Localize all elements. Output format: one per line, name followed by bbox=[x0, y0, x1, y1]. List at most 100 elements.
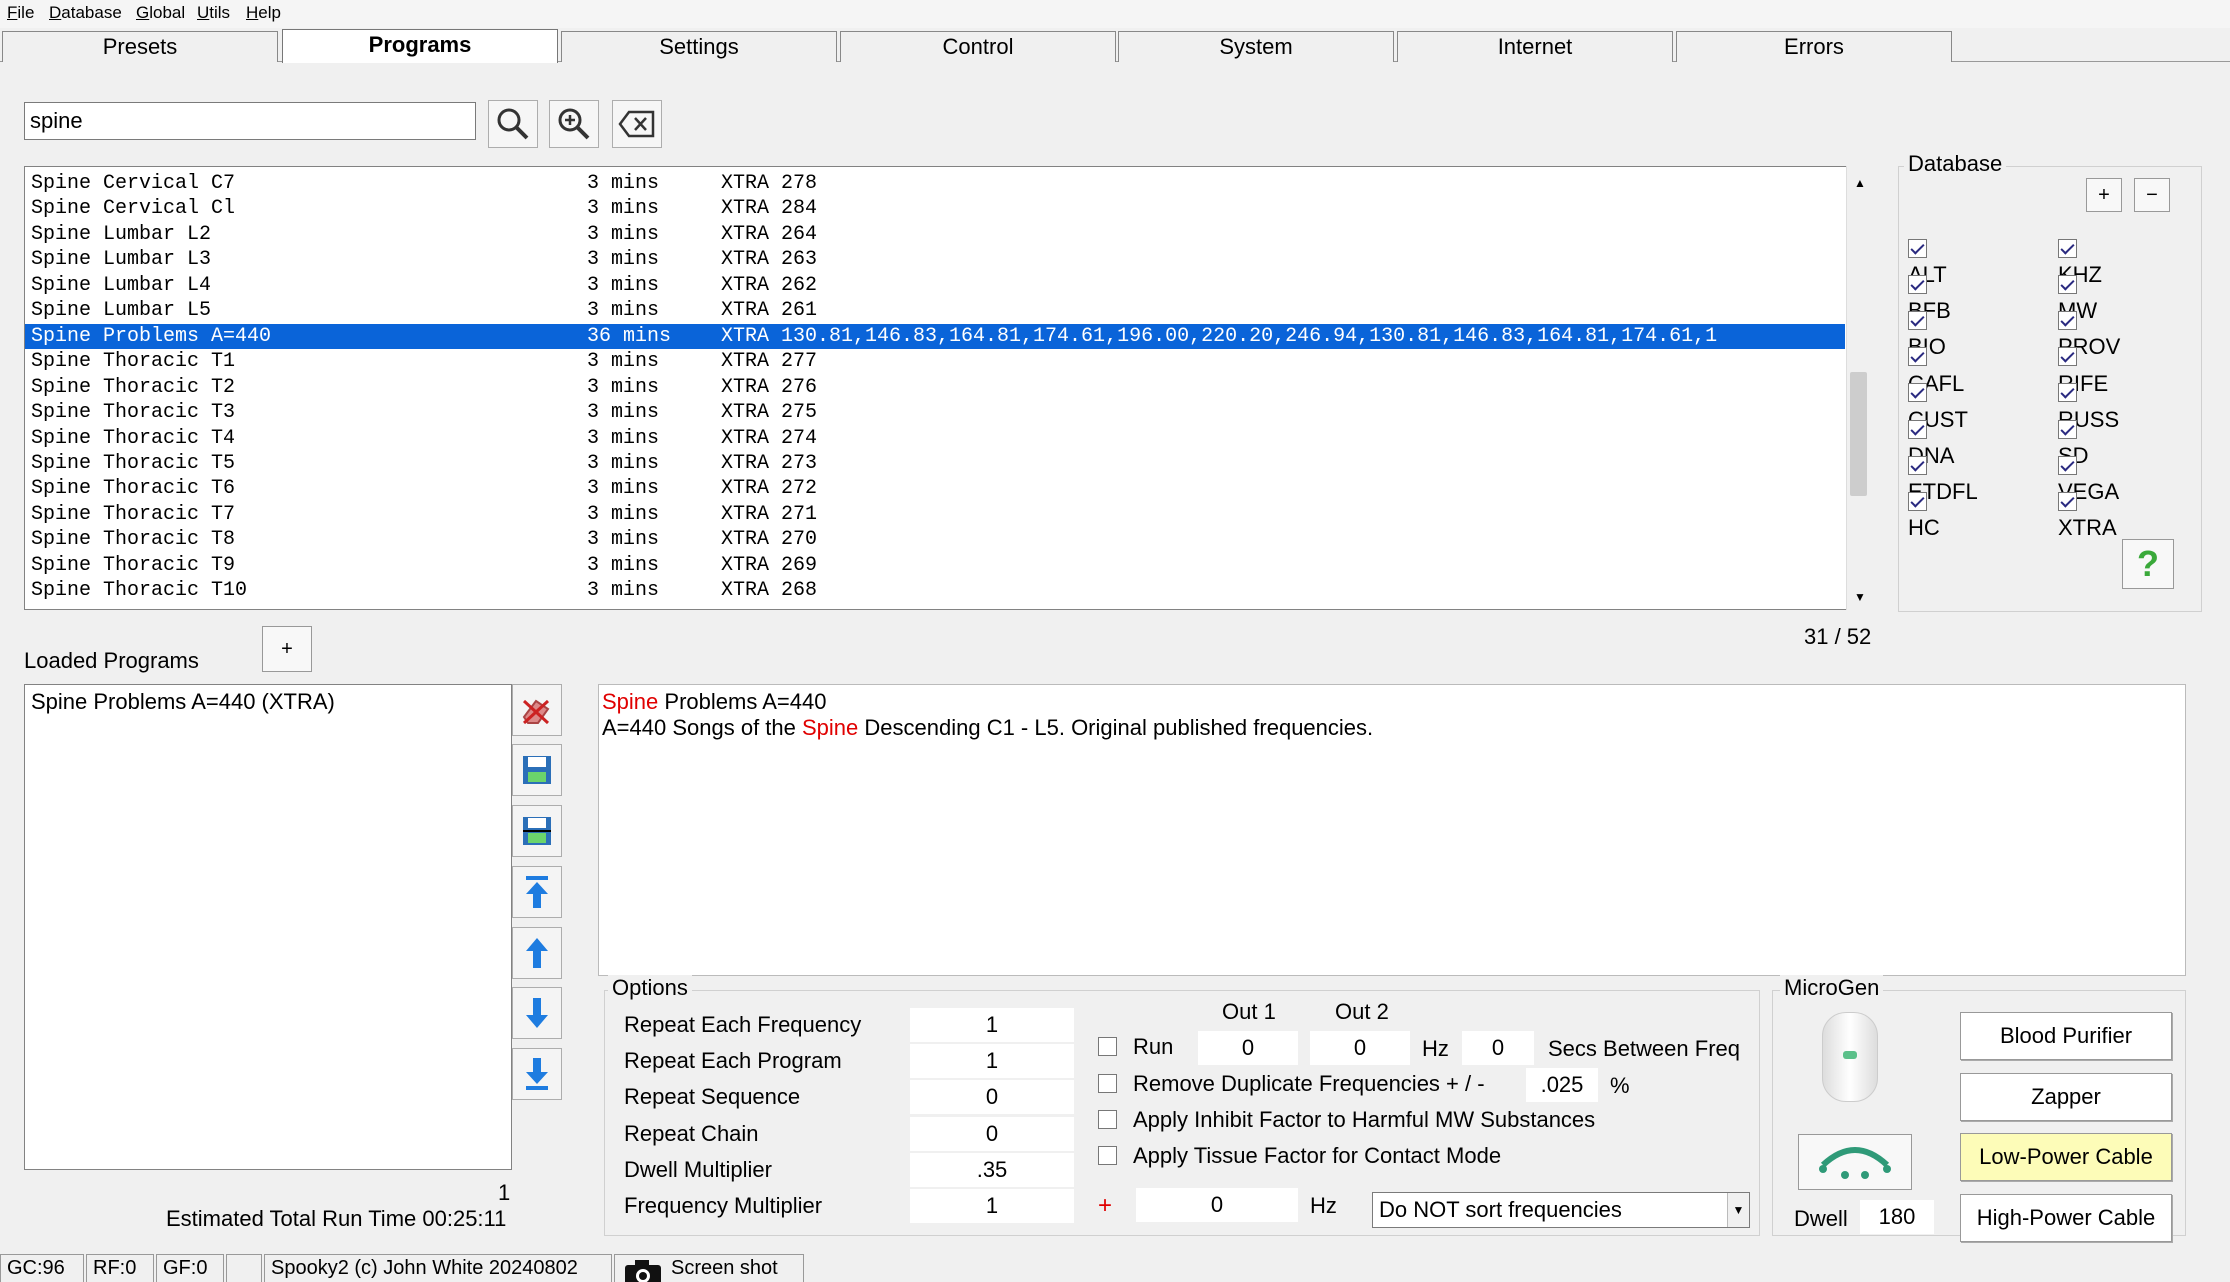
database-checkbox[interactable] bbox=[1908, 347, 1927, 367]
program-row[interactable]: Spine Lumbar L2 3 mins XTRA 264 bbox=[25, 222, 1845, 247]
run-out2-field[interactable]: 0 bbox=[1310, 1031, 1410, 1065]
secs-between-freq-field[interactable]: 0 bbox=[1462, 1031, 1534, 1065]
program-row[interactable]: Spine Thoracic T9 3 mins XTRA 269 bbox=[25, 553, 1845, 578]
inhibit-factor-option[interactable]: Apply Inhibit Factor to Harmful MW Subst… bbox=[1098, 1107, 1595, 1133]
scroll-down-arrow-icon[interactable]: ▼ bbox=[1854, 590, 1866, 604]
database-option[interactable]: XTRA bbox=[2058, 489, 2117, 541]
move-down-button[interactable] bbox=[512, 987, 562, 1039]
frequency-offset-field[interactable]: 0 bbox=[1136, 1188, 1298, 1222]
search-button[interactable] bbox=[488, 100, 538, 148]
move-up-button[interactable] bbox=[512, 927, 562, 979]
database-checkbox[interactable] bbox=[1908, 492, 1927, 512]
database-checkbox[interactable] bbox=[2058, 238, 2077, 258]
remove-duplicates-option[interactable]: Remove Duplicate Frequencies + / - bbox=[1098, 1071, 1485, 1097]
database-checkbox[interactable] bbox=[2058, 383, 2077, 403]
low-power-cable-button[interactable]: Low-Power Cable bbox=[1960, 1133, 2172, 1181]
scroll-thumb[interactable] bbox=[1850, 372, 1867, 496]
program-row[interactable]: Spine Thoracic T6 3 mins XTRA 272 bbox=[25, 476, 1845, 501]
blood-purifier-button[interactable]: Blood Purifier bbox=[1960, 1012, 2172, 1060]
option-value-field[interactable]: 1 bbox=[910, 1044, 1074, 1079]
option-value-field[interactable]: 0 bbox=[910, 1116, 1074, 1151]
inhibit-factor-checkbox[interactable] bbox=[1098, 1109, 1117, 1129]
program-row[interactable]: Spine Thoracic T8 3 mins XTRA 270 bbox=[25, 527, 1845, 552]
program-list-scrollbar[interactable]: ▲ ▼ bbox=[1846, 166, 1870, 610]
database-checkbox[interactable] bbox=[1908, 455, 1927, 475]
tab-internet[interactable]: Internet bbox=[1397, 31, 1673, 62]
database-checkbox[interactable] bbox=[1908, 419, 1927, 439]
tab-control[interactable]: Control bbox=[840, 31, 1116, 62]
database-checkbox[interactable] bbox=[2058, 492, 2077, 512]
program-row[interactable]: Spine Thoracic T2 3 mins XTRA 276 bbox=[25, 375, 1845, 400]
loaded-programs-list[interactable]: Spine Problems A=440 (XTRA) bbox=[24, 684, 512, 1170]
duplicate-tolerance-field[interactable]: .025 bbox=[1526, 1068, 1598, 1102]
option-value-field[interactable]: 1 bbox=[910, 1189, 1074, 1223]
save-as-button[interactable] bbox=[512, 805, 562, 857]
database-checkbox[interactable] bbox=[1908, 238, 1927, 258]
add-program-button[interactable]: + bbox=[262, 626, 312, 672]
menu-utils[interactable]: Utils bbox=[197, 3, 230, 23]
program-row[interactable]: Spine Thoracic T7 3 mins XTRA 271 bbox=[25, 502, 1845, 527]
program-row[interactable]: Spine Thoracic T10 3 mins XTRA 268 bbox=[25, 578, 1845, 603]
menu-global[interactable]: Global bbox=[136, 3, 185, 23]
remove-duplicates-checkbox[interactable] bbox=[1098, 1073, 1117, 1093]
database-add-button[interactable]: + bbox=[2086, 178, 2122, 212]
database-checkbox[interactable] bbox=[2058, 419, 2077, 439]
tab-system[interactable]: System bbox=[1118, 31, 1394, 62]
program-row[interactable]: Spine Thoracic T4 3 mins XTRA 274 bbox=[25, 426, 1845, 451]
run-out1-field[interactable]: 0 bbox=[1198, 1031, 1298, 1065]
program-row[interactable]: Spine Thoracic T5 3 mins XTRA 273 bbox=[25, 451, 1845, 476]
database-checkbox[interactable] bbox=[1908, 311, 1927, 331]
list-item[interactable]: Spine Problems A=440 (XTRA) bbox=[25, 685, 511, 719]
dwell-field[interactable]: 180 bbox=[1860, 1200, 1934, 1234]
database-checkbox[interactable] bbox=[2058, 347, 2077, 367]
chevron-down-icon[interactable]: ▼ bbox=[1727, 1193, 1749, 1227]
database-checkbox[interactable] bbox=[1908, 383, 1927, 403]
scroll-up-arrow-icon[interactable]: ▲ bbox=[1854, 176, 1866, 190]
program-row[interactable]: Spine Lumbar L5 3 mins XTRA 261 bbox=[25, 298, 1845, 323]
program-row[interactable]: Spine Cervical Cl 3 mins XTRA 284 bbox=[25, 196, 1845, 221]
tab-settings[interactable]: Settings bbox=[561, 31, 837, 62]
high-power-cable-button[interactable]: High-Power Cable bbox=[1960, 1194, 2172, 1242]
move-to-bottom-button[interactable] bbox=[512, 1048, 562, 1100]
database-checkbox[interactable] bbox=[1908, 274, 1927, 294]
program-frequencies: XTRA 264 bbox=[721, 222, 818, 246]
option-value-field[interactable]: 1 bbox=[910, 1008, 1074, 1042]
screenshot-button[interactable]: Screen shot bbox=[614, 1254, 804, 1282]
help-button[interactable]: ? bbox=[2122, 539, 2174, 589]
remove-program-button[interactable] bbox=[512, 684, 562, 736]
menu-help[interactable]: Help bbox=[246, 3, 281, 23]
menu-database[interactable]: Database bbox=[49, 3, 122, 23]
option-value-field[interactable]: 0 bbox=[910, 1080, 1074, 1115]
program-row[interactable]: Spine Lumbar L4 3 mins XTRA 262 bbox=[25, 273, 1845, 298]
menu-file[interactable]: File bbox=[7, 3, 34, 23]
search-input[interactable] bbox=[24, 102, 476, 140]
zapper-button[interactable]: Zapper bbox=[1960, 1073, 2172, 1121]
option-label: Frequency Multiplier bbox=[624, 1193, 823, 1218]
clear-search-button[interactable] bbox=[612, 100, 662, 148]
tissue-factor-option[interactable]: Apply Tissue Factor for Contact Mode bbox=[1098, 1143, 1501, 1169]
program-row[interactable]: Spine Lumbar L3 3 mins XTRA 263 bbox=[25, 247, 1845, 272]
program-row[interactable]: Spine Cervical C7 3 mins XTRA 278 bbox=[25, 171, 1845, 196]
save-programs-button[interactable] bbox=[512, 744, 562, 796]
database-checkbox[interactable] bbox=[2058, 455, 2077, 475]
database-checkbox[interactable] bbox=[2058, 274, 2077, 294]
microgen-connect-button[interactable] bbox=[1798, 1134, 1912, 1190]
option-value-field[interactable]: .35 bbox=[910, 1152, 1074, 1187]
program-row[interactable]: Spine Thoracic T1 3 mins XTRA 277 bbox=[25, 349, 1845, 374]
advanced-search-button[interactable] bbox=[549, 100, 599, 148]
program-row[interactable]: Spine Thoracic T3 3 mins XTRA 275 bbox=[25, 400, 1845, 425]
program-row[interactable]: Spine Problems A=440 36 mins XTRA 130.81,1… bbox=[25, 323, 1845, 349]
database-checkbox[interactable] bbox=[2058, 311, 2077, 331]
program-frequencies: XTRA 278 bbox=[721, 172, 818, 195]
sort-dropdown[interactable]: Do NOT sort frequencies ▼ bbox=[1372, 1192, 1750, 1228]
run-checkbox[interactable] bbox=[1098, 1036, 1117, 1056]
tab-presets[interactable]: Presets bbox=[2, 31, 278, 62]
tab-errors[interactable]: Errors bbox=[1676, 31, 1952, 62]
database-option[interactable]: HC bbox=[1908, 489, 1943, 541]
tissue-factor-checkbox[interactable] bbox=[1098, 1145, 1117, 1165]
run-option[interactable]: Run bbox=[1098, 1034, 1173, 1060]
database-remove-button[interactable]: − bbox=[2134, 178, 2170, 212]
tab-programs[interactable]: Programs bbox=[282, 29, 558, 63]
program-list[interactable]: Spine Cervical C7 3 mins XTRA 278 Spine Cer… bbox=[24, 166, 1870, 610]
move-to-top-button[interactable] bbox=[512, 866, 562, 918]
